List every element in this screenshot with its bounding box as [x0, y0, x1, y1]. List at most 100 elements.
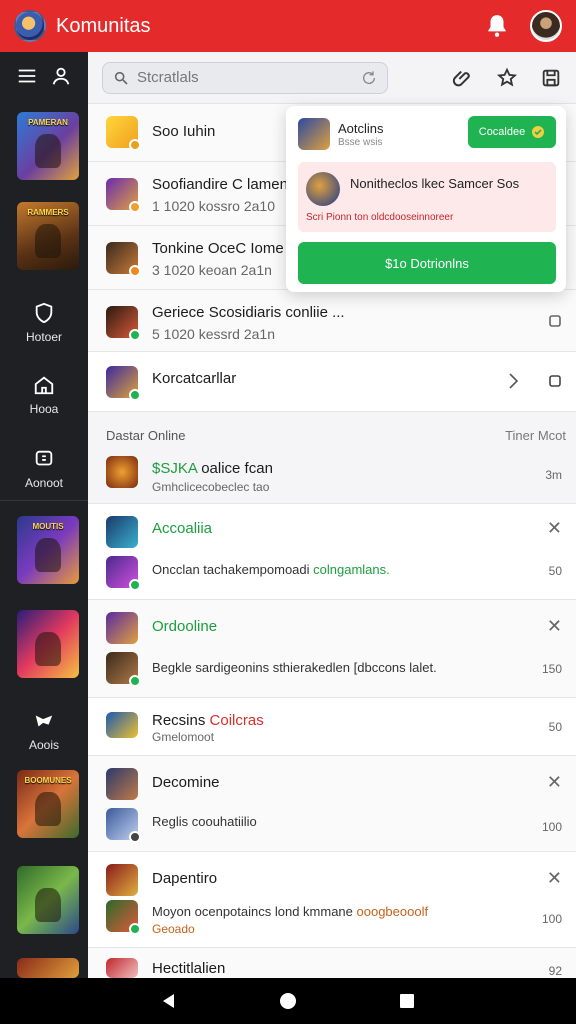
game-icon [106, 516, 138, 548]
title-text: Recsins [152, 712, 210, 729]
list-item-title: Geriece Scosidiaris conliie ... [152, 304, 345, 321]
app-bar: Komunitas [0, 0, 576, 52]
list-item-title: Soofiandire C lamenc [152, 176, 296, 193]
online-item-title[interactable]: $SJKA oalice fcan [152, 460, 273, 477]
popup-subtitle: Bsse wsis [338, 137, 383, 148]
group-item[interactable]: Recsins Coilcras Gmelomoot 50 [88, 698, 576, 756]
notice-avatar [306, 172, 340, 206]
game-thumb-caption: PAMERAN [28, 118, 68, 127]
game-icon [106, 306, 141, 341]
badge-dot [129, 675, 141, 687]
group-count: 100 [541, 820, 562, 834]
game-icon [106, 178, 141, 213]
badge-dot [129, 139, 141, 151]
app-logo[interactable] [14, 10, 46, 42]
rail-nav-hotoer[interactable]: Hotoer [0, 302, 88, 344]
checkbox-icon[interactable] [548, 314, 562, 328]
join-button[interactable]: Cocaldee [468, 116, 556, 148]
game-icon [106, 808, 141, 843]
search-box[interactable]: Stcratlals [102, 61, 388, 94]
close-icon[interactable]: ✕ [547, 518, 562, 539]
system-nav-bar [0, 978, 576, 1024]
rail-nav-label: Aoois [28, 738, 60, 752]
bell-icon[interactable] [484, 13, 510, 39]
group-title: Accoaliia [152, 520, 213, 537]
group-count: 50 [548, 564, 562, 578]
group-count: 150 [541, 662, 562, 676]
user-avatar[interactable] [530, 10, 562, 42]
group-title: Decomine [152, 774, 220, 791]
list-item[interactable]: Geriece Scosidiaris conliie ... 5 1020 k… [88, 290, 576, 352]
badge-dot [129, 201, 141, 213]
close-icon[interactable]: ✕ [547, 868, 562, 889]
join-button-label: Cocaldee [478, 126, 526, 138]
badge-dot [129, 265, 141, 277]
game-icon [106, 958, 138, 978]
group-title: Recsins Coilcras [152, 712, 264, 729]
game-thumb[interactable] [17, 958, 79, 978]
popup-name: Aotclins [338, 121, 384, 136]
rail-nav-about[interactable]: Aonoot [0, 448, 88, 490]
online-item-subtitle: Gmhclicecobeclec tao [152, 480, 270, 494]
rail-nav-home[interactable]: Hooa [0, 374, 88, 416]
star-icon[interactable] [496, 67, 518, 89]
recents-icon[interactable] [398, 992, 416, 1010]
game-figure [35, 134, 61, 168]
game-icon [106, 116, 141, 151]
shield-icon [35, 302, 53, 324]
chevron-right-icon[interactable] [506, 372, 520, 390]
game-icon [106, 652, 141, 687]
home-icon [34, 376, 54, 395]
refresh-icon[interactable] [361, 70, 377, 86]
group-item[interactable]: Hectitlalien 92 [88, 948, 576, 978]
game-icon [106, 900, 141, 935]
list-item-title: Tonkine OceC Iome C [152, 240, 299, 257]
online-section: Dastar Online Tiner Mcot $SJKA oalice fc… [88, 412, 576, 504]
message-text: Moyon ocenpotaincs lond kmmane [152, 904, 357, 919]
group-item[interactable]: Accoaliia ✕ Oncclan tachakempomoadi coln… [88, 504, 576, 600]
tools-icon [35, 715, 53, 727]
primary-action-button[interactable]: $1o Dotrionlns [298, 242, 556, 284]
online-item-time: 3m [545, 468, 562, 482]
game-icon [106, 556, 141, 591]
group-subtitle: Gmelomoot [152, 730, 215, 744]
online-status: oalice fcan [197, 460, 273, 477]
save-icon[interactable] [540, 67, 562, 89]
rail-nav-tools[interactable]: Aoois [0, 710, 88, 752]
checkbox-icon[interactable] [548, 374, 562, 388]
profile-icon[interactable] [50, 65, 72, 87]
attach-icon[interactable] [452, 67, 474, 89]
message-highlight: colngamlans. [313, 562, 390, 577]
game-thumb[interactable]: PAMERAN [17, 112, 79, 180]
game-figure [35, 888, 61, 922]
home-button-icon[interactable] [278, 991, 298, 1011]
group-item[interactable]: Decomine ✕ Reglis coouhatiilio 100 [88, 756, 576, 852]
group-count: 100 [541, 912, 562, 926]
menu-icon[interactable] [16, 65, 38, 87]
online-name: $SJKA [152, 460, 198, 477]
game-thumb[interactable] [17, 610, 79, 678]
section-meta[interactable]: Tiner Mcot [505, 428, 566, 443]
group-item[interactable]: Ordooline ✕ Begkle sardigeonins sthierak… [88, 600, 576, 698]
game-thumb[interactable]: RAMMERS [17, 202, 79, 270]
check-icon [532, 126, 545, 138]
search-input[interactable]: Stcratlals [137, 69, 361, 86]
close-icon[interactable]: ✕ [547, 616, 562, 637]
game-thumb[interactable]: MOUTIS [17, 516, 79, 584]
group-title: Dapentiro [152, 870, 218, 887]
list-item-title: Korcatcarllar [152, 370, 237, 387]
toolbar-actions [452, 67, 562, 89]
game-thumb[interactable] [17, 866, 79, 934]
list-item[interactable]: Korcatcarllar [88, 352, 576, 412]
app-title: Komunitas [56, 14, 151, 37]
list-item-subtitle: 5 1020 kessrd 2a1n [152, 326, 275, 342]
back-icon[interactable] [160, 992, 178, 1010]
close-icon[interactable]: ✕ [547, 772, 562, 793]
game-figure [35, 224, 61, 258]
message-highlight: ooogbeooolf [356, 904, 429, 919]
group-item[interactable]: Dapentiro ✕ Moyon ocenpotaincs lond kmma… [88, 852, 576, 948]
message-text: Oncclan tachakempomoadi [152, 562, 314, 577]
notice-card[interactable]: Nonitheclos lkec Samcer Sos Scri Pionn t… [298, 162, 556, 232]
game-thumb[interactable]: BOOMUNES [17, 770, 79, 838]
popup-game-icon [298, 118, 330, 150]
